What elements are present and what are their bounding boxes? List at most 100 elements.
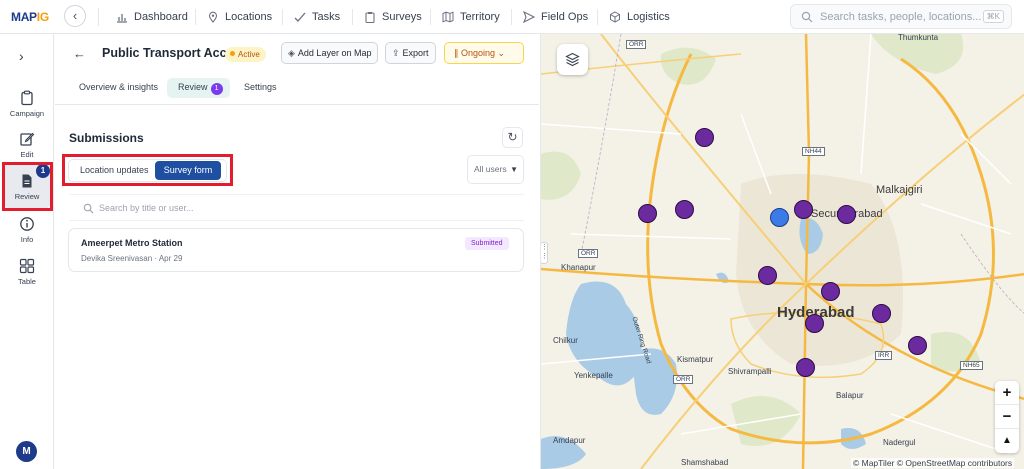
tab-review[interactable]: Review 1 — [178, 82, 223, 95]
info-icon — [20, 217, 34, 231]
users-filter-dropdown[interactable]: All users ▼ — [467, 155, 524, 184]
panel-resize-handle[interactable]: ⋮ ⋮ — [541, 242, 548, 264]
map-marker[interactable] — [675, 200, 694, 219]
nav-logistics[interactable]: Logistics — [609, 9, 670, 25]
nav-dashboard[interactable]: Dashboard — [116, 9, 188, 25]
road-shield: ORR — [626, 40, 647, 49]
map-marker[interactable] — [796, 358, 815, 377]
box-icon — [610, 11, 620, 23]
submission-title: Ameerpet Metro Station — [81, 238, 183, 248]
map-attribution[interactable]: © MapTiler © OpenStreetMap contributors — [851, 458, 1015, 468]
global-search[interactable]: Search tasks, people, locations... ⌘K — [790, 4, 1012, 29]
submission-meta: Devika Sreenivasan · Apr 29 — [81, 254, 183, 263]
edit-icon — [20, 132, 35, 146]
rail-item-edit[interactable]: Edit — [0, 131, 54, 159]
road-shield: ORR — [673, 375, 694, 384]
map-label: Yenkepalle — [574, 371, 613, 380]
map-layers-button[interactable] — [557, 44, 588, 75]
grid-icon — [19, 258, 35, 274]
collapse-nav-button[interactable]: ‹ — [64, 5, 86, 27]
search-icon — [83, 203, 94, 214]
clipboard-icon — [21, 90, 33, 106]
rail-item-campaign[interactable]: Campaign — [0, 90, 54, 118]
refresh-button[interactable]: ↻ — [502, 127, 523, 148]
divider — [69, 194, 524, 195]
map-label: Khanapur — [561, 263, 596, 272]
caret-down-icon: ▼ — [510, 165, 518, 174]
nav-territory[interactable]: Territory — [442, 9, 500, 25]
nav-surveys[interactable]: Surveys — [364, 9, 422, 25]
shortcut-hint: ⌘K — [982, 10, 1004, 23]
submission-status-badge: Submitted — [465, 237, 509, 250]
map-marker-selected[interactable] — [770, 208, 789, 227]
map-icon — [442, 11, 454, 23]
road-shield: NH65 — [960, 361, 983, 370]
rail-item-table[interactable]: Table — [0, 258, 54, 286]
map-marker[interactable] — [805, 314, 824, 333]
send-icon — [523, 11, 535, 23]
app-logo[interactable]: MAPIG — [11, 10, 49, 24]
compass-reset-button[interactable]: ▲ — [995, 429, 1019, 453]
zoom-in-button[interactable]: + — [995, 381, 1019, 405]
annotation-highlight-review — [2, 162, 53, 211]
avatar[interactable]: M — [16, 441, 37, 462]
export-icon: ⇪ — [392, 48, 400, 58]
map-label: Nadergul — [883, 438, 916, 447]
bar-chart-icon — [117, 14, 127, 23]
map-label: Kismatpur — [677, 355, 714, 364]
check-icon — [294, 12, 306, 22]
divider — [597, 9, 598, 25]
zoom-out-button[interactable]: − — [995, 405, 1019, 429]
map-label: Balapur — [836, 391, 864, 400]
map-label: Thumkunta — [898, 34, 939, 42]
map-marker[interactable] — [638, 204, 657, 223]
clipboard-icon — [365, 12, 375, 23]
back-button[interactable]: ← — [73, 46, 86, 61]
map-marker[interactable] — [695, 128, 714, 147]
map-marker[interactable] — [908, 336, 927, 355]
status-dropdown[interactable]: ∥ Ongoing ⌄ — [444, 42, 524, 64]
map-marker[interactable] — [794, 200, 813, 219]
map-marker[interactable] — [872, 304, 891, 323]
divider — [282, 9, 283, 25]
rail-item-info[interactable]: Info — [0, 216, 54, 244]
divider — [69, 220, 524, 221]
map-label: Chilkur — [553, 336, 578, 345]
map-marker[interactable] — [821, 282, 840, 301]
add-layer-button[interactable]: ◈ Add Layer on Map — [281, 42, 379, 64]
map-marker[interactable] — [837, 205, 856, 224]
chevron-down-icon: ⌄ — [495, 48, 506, 58]
search-icon — [801, 11, 813, 23]
page-title: Public Transport Acc... — [102, 46, 237, 60]
road-shield: ORR — [578, 249, 599, 258]
tab-overview[interactable]: Overview & insights — [79, 82, 158, 92]
top-navigation-bar: MAPIG ‹ Dashboard Locations Tasks Survey… — [0, 0, 1024, 34]
divider — [352, 9, 353, 25]
campaign-panel: ← Public Transport Acc... Active ◈ Add La… — [55, 34, 539, 469]
submission-card[interactable]: Ameerpet Metro Station Devika Sreenivasa… — [68, 228, 524, 272]
global-search-input[interactable]: Search tasks, people, locations... — [820, 11, 981, 23]
divider — [511, 9, 512, 25]
road-shield: IRR — [875, 351, 893, 360]
divider — [195, 9, 196, 25]
map-view[interactable]: Thumkunta Malkajgiri Secunderabad Khanap… — [540, 34, 1024, 469]
nav-field-ops[interactable]: Field Ops — [523, 9, 588, 25]
status-badge: Active — [225, 47, 266, 62]
nav-locations[interactable]: Locations — [207, 9, 272, 25]
map-label: Malkajgiri — [876, 184, 923, 196]
export-button[interactable]: ⇪ Export — [385, 42, 436, 64]
annotation-highlight-toggle — [62, 154, 233, 186]
tab-settings[interactable]: Settings — [244, 82, 277, 92]
nav-tasks[interactable]: Tasks — [294, 9, 340, 25]
compass-icon: ▲ — [1002, 435, 1012, 446]
divider — [98, 8, 99, 26]
status-dot-icon — [230, 51, 235, 56]
map-marker[interactable] — [758, 266, 777, 285]
expand-rail-button[interactable]: › — [19, 48, 24, 64]
refresh-icon: ↻ — [507, 130, 518, 144]
left-rail: › Campaign Edit Review 1 Info Table M — [0, 34, 54, 469]
map-label: Shivrampalli — [728, 367, 772, 376]
divider — [430, 9, 431, 25]
submission-search-input[interactable]: Search by title or user... — [99, 203, 194, 213]
map-label: Amdapur — [553, 436, 586, 445]
